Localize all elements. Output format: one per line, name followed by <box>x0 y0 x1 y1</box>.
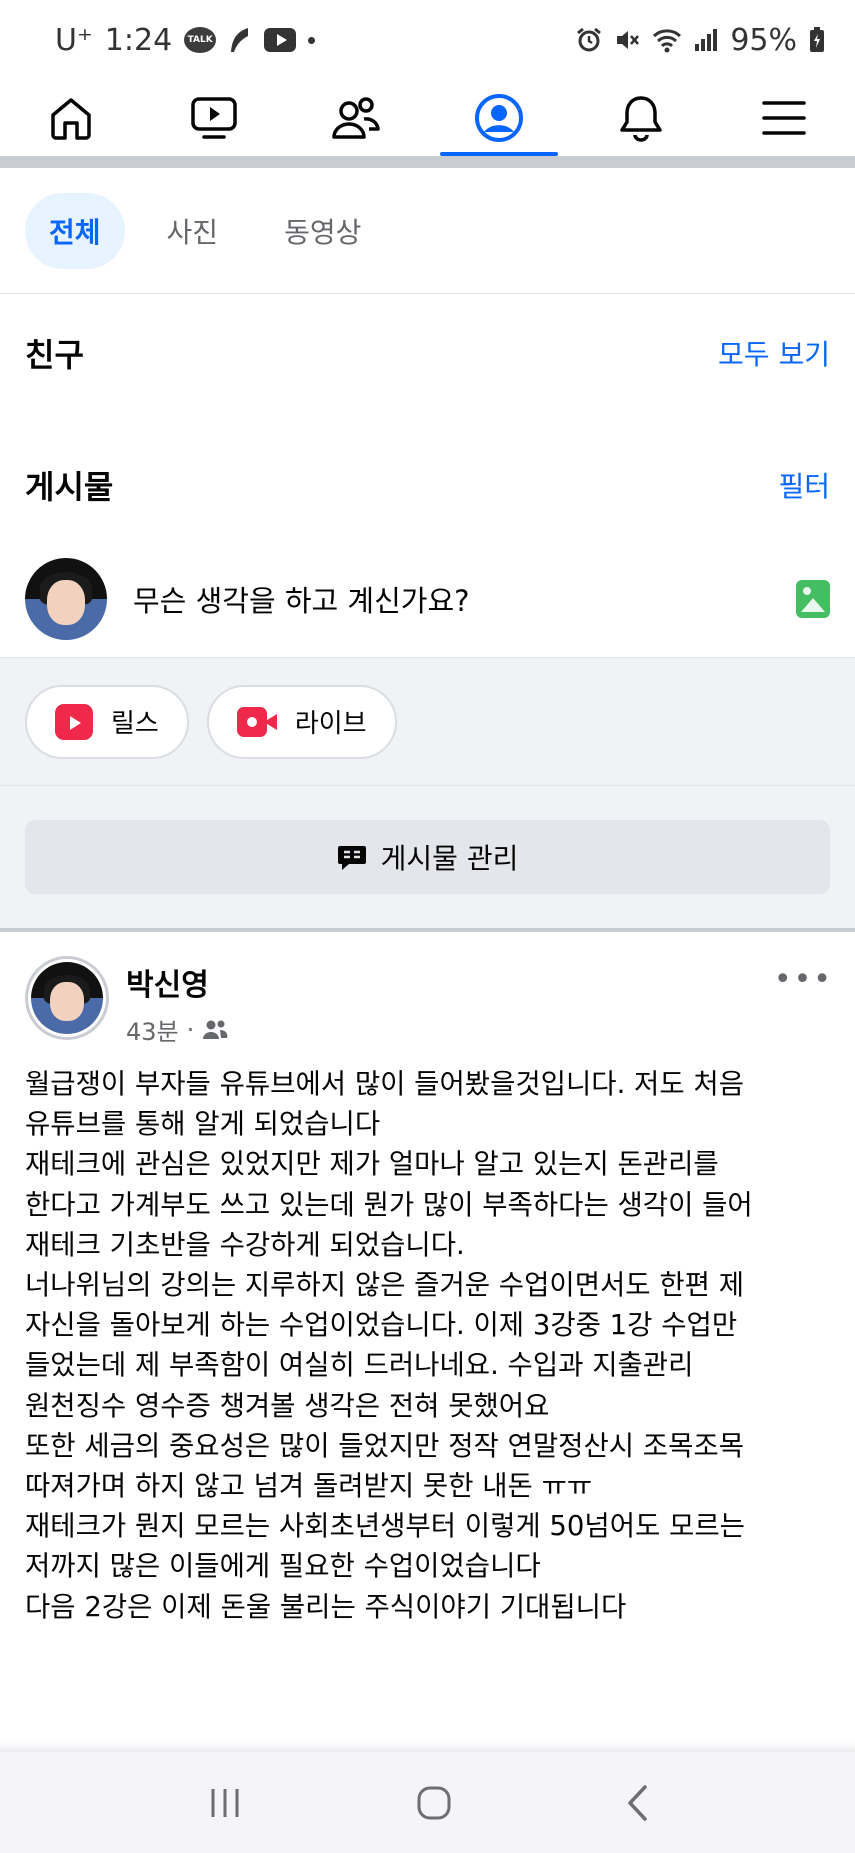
meta-separator: · <box>186 1015 195 1044</box>
manage-posts-icon <box>337 846 366 870</box>
nav-video[interactable] <box>143 80 286 156</box>
alarm-icon <box>576 27 602 53</box>
post-text-line: 원천징수 영수증 챙겨볼 생각은 전혀 못했어요 <box>25 1389 550 1422</box>
system-navigation-bar <box>0 1752 855 1853</box>
quick-actions: 릴스 라이브 <box>0 658 855 786</box>
battery-icon <box>809 27 825 53</box>
composer-input[interactable]: 무슨 생각을 하고 계신가요? <box>133 578 796 620</box>
post-text-line: 월급쟁이 부자들 유튜브에서 많이 들어봤을것입니다. 저도 처음 <box>25 1068 744 1100</box>
manage-posts-area: 게시물 관리 <box>0 786 855 928</box>
mute-icon <box>614 27 640 53</box>
post-composer: 무슨 생각을 하고 계신가요? <box>0 540 855 658</box>
reels-label: 릴스 <box>111 709 159 739</box>
post-text-line: 한다고 가계부도 쓰고 있는데 뭔가 많이 부족하다는 생각이 들어 <box>25 1188 753 1221</box>
profile-icon <box>474 94 523 142</box>
chip-all[interactable]: 전체 <box>25 192 125 269</box>
post-text-line: 유튜브를 통해 알게 되었습니다 <box>25 1108 381 1141</box>
video-icon <box>191 97 237 139</box>
post-text-line: 너나위님의 강의는 지루하지 않은 즐거운 수업이면서도 한편 제 <box>25 1269 744 1302</box>
nav-friends[interactable] <box>285 80 428 156</box>
manage-posts-label: 게시물 관리 <box>380 842 519 875</box>
filter-link[interactable]: 필터 <box>778 465 830 505</box>
post-time[interactable]: 43분 <box>126 1012 179 1047</box>
filter-chips: 전체 사진 동영상 <box>0 168 855 294</box>
reels-button[interactable]: 릴스 <box>25 684 189 759</box>
friends-section-header: 친구 모두 보기 <box>25 330 830 376</box>
post-text-line: 재테크에 관심은 있었지만 제가 얼마나 알고 있는지 돈관리를 <box>25 1148 719 1181</box>
clock: 1:24 <box>104 22 173 58</box>
friends-audience-icon[interactable] <box>202 1019 228 1041</box>
carrier-label: U⁺ <box>55 22 93 58</box>
bell-icon <box>620 96 662 142</box>
photo-icon[interactable] <box>796 579 830 618</box>
talk-icon: TALK <box>184 27 217 53</box>
status-left: U⁺ 1:24 TALK <box>55 22 316 58</box>
post-text: 월급쟁이 부자들 유튜브에서 많이 들어봤을것입니다. 저도 처음유튜브를 통해… <box>25 1064 840 1627</box>
manage-posts-button[interactable]: 게시물 관리 <box>25 820 830 894</box>
post-text-line: 따져가며 하지 않고 넘겨 돌려받지 못한 내돈 ㅠㅠ <box>25 1470 593 1503</box>
see-all-friends-link[interactable]: 모두 보기 <box>718 333 830 373</box>
nav-divider <box>0 156 855 168</box>
live-video-icon <box>236 706 277 737</box>
post-text-line: 재테크 기초반을 수강하게 되었습니다. <box>25 1228 465 1261</box>
wifi-icon <box>652 27 682 53</box>
menu-icon <box>762 101 806 135</box>
posts-section-header: 게시물 필터 <box>25 462 830 508</box>
live-button[interactable]: 라이브 <box>206 684 397 759</box>
post-text-line: 또한 세금의 중요성은 많이 들었지만 정작 연말정산시 조목조목 <box>25 1429 744 1462</box>
post-author-name[interactable]: 박신영 <box>126 960 209 1004</box>
nav-notifications[interactable] <box>570 80 713 156</box>
post-text-line: 들었는데 제 부족함이 여실히 드러나네요. 수입과 지출관리 <box>25 1349 694 1382</box>
chip-videos[interactable]: 동영상 <box>260 193 385 269</box>
live-label: 라이브 <box>294 709 367 739</box>
nav-home[interactable] <box>0 80 143 156</box>
more-options-icon[interactable]: ••• <box>774 962 833 997</box>
notification-dot-icon <box>308 36 316 44</box>
signal-icon <box>694 28 718 52</box>
avatar[interactable] <box>25 557 107 640</box>
post-text-line: 자신을 돌아보게 하는 수업이었습니다. 이제 3강중 1강 수업만 <box>25 1309 738 1342</box>
reels-icon <box>55 703 93 740</box>
posts-title: 게시물 <box>25 468 114 506</box>
post-text-line: 다음 2강은 이제 돈울 불리는 주식이야기 기대됩니다 <box>25 1590 627 1623</box>
home-icon <box>51 98 91 140</box>
feather-icon <box>228 26 252 54</box>
friends-title: 친구 <box>25 336 84 374</box>
home-circle-icon[interactable] <box>416 1785 452 1821</box>
nav-profile[interactable] <box>428 80 571 156</box>
recents-icon[interactable] <box>207 1786 243 1820</box>
nav-menu[interactable] <box>713 80 855 156</box>
friends-icon <box>332 97 380 139</box>
post-card: 박신영 43분 · ••• 월급쟁이 부자들 유튜브에서 많이 들어봤을것입니다… <box>0 932 855 1752</box>
youtube-icon <box>264 28 297 52</box>
battery-percent: 95% <box>730 22 797 58</box>
status-right: 95% <box>576 23 825 58</box>
post-meta: 43분 · <box>126 1012 228 1047</box>
chip-photos[interactable]: 사진 <box>143 193 243 269</box>
avatar <box>31 962 103 1034</box>
back-icon[interactable] <box>625 1784 649 1822</box>
post-text-line: 저까지 많은 이들에게 필요한 수업이었습니다 <box>25 1550 541 1583</box>
post-author-avatar[interactable] <box>25 956 109 1040</box>
post-text-line: 재테크가 뭔지 모르는 사회초년생부터 이렇게 50넘어도 모르는 <box>25 1510 745 1543</box>
status-bar: U⁺ 1:24 TALK 95% <box>0 0 855 80</box>
top-navigation <box>0 80 855 156</box>
